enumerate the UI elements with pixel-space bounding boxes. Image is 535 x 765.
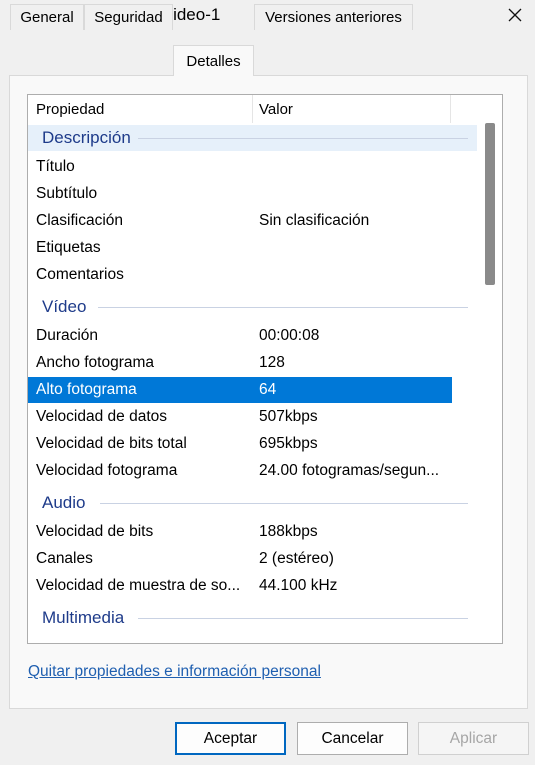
group-divider (138, 618, 468, 619)
property-value: 2 (estéreo) (259, 550, 334, 567)
property-key: Velocidad de muestra de so... (36, 577, 241, 594)
properties-list[interactable]: Propiedad Valor Descripción Título Subtí… (27, 94, 503, 644)
property-row-etiquetas[interactable]: Etiquetas (28, 235, 452, 261)
property-key: Velocidad de bits total (36, 435, 187, 452)
property-value: 64 (259, 381, 277, 398)
property-key: Ancho fotograma (36, 354, 155, 371)
column-divider[interactable] (252, 95, 253, 123)
remove-properties-link[interactable]: Quitar propiedades e información persona… (28, 663, 321, 681)
tab-detalles[interactable]: Detalles (173, 45, 254, 76)
group-divider (98, 307, 468, 308)
group-divider (138, 138, 468, 139)
property-row-titulo[interactable]: Título (28, 154, 452, 180)
property-value: 507kbps (259, 408, 318, 425)
property-row-duracion[interactable]: Duración 00:00:08 (28, 323, 452, 349)
group-header-video[interactable]: Vídeo (28, 294, 478, 320)
property-row-comentarios[interactable]: Comentarios (28, 262, 452, 288)
property-key: Título (36, 158, 75, 175)
group-divider (100, 503, 468, 504)
property-value: 128 (259, 354, 285, 371)
vertical-scrollbar[interactable] (479, 123, 502, 643)
close-icon (508, 8, 522, 22)
column-header-property[interactable]: Propiedad (36, 101, 104, 118)
property-key: Etiquetas (36, 239, 101, 256)
property-key: Alto fotograma (36, 381, 137, 398)
property-value: Sin clasificación (259, 212, 370, 229)
property-value: 188kbps (259, 523, 318, 540)
group-header-description[interactable]: Descripción (28, 125, 477, 151)
property-row-velocidad-muestra[interactable]: Velocidad de muestra de so... 44.100 kHz (28, 573, 452, 599)
property-key: Velocidad fotograma (36, 462, 178, 479)
group-header-audio[interactable]: Audio (28, 490, 478, 516)
property-row-velocidad-fotograma[interactable]: Velocidad fotograma 24.00 fotogramas/seg… (28, 458, 452, 484)
property-row-subtitulo[interactable]: Subtítulo (28, 181, 452, 207)
property-key: Velocidad de bits (36, 523, 154, 540)
ok-button[interactable]: Aceptar (175, 722, 286, 755)
tab-general[interactable]: General (10, 4, 84, 30)
group-label: Descripción (42, 128, 131, 147)
property-row-velocidad-datos[interactable]: Velocidad de datos 507kbps (28, 404, 452, 430)
property-key: Duración (36, 327, 99, 344)
close-button[interactable] (495, 0, 535, 30)
property-value: 44.100 kHz (259, 577, 338, 594)
property-row-clasificacion[interactable]: Clasificación Sin clasificación (28, 208, 452, 234)
group-label: Vídeo (42, 297, 87, 316)
property-key: Comentarios (36, 266, 124, 283)
property-key: Clasificación (36, 212, 124, 229)
property-key: Canales (36, 550, 93, 567)
cancel-button[interactable]: Cancelar (297, 722, 408, 755)
apply-button[interactable]: Aplicar (418, 722, 529, 755)
property-row-ancho-fotograma[interactable]: Ancho fotograma 128 (28, 350, 452, 376)
property-row-velocidad-bits-total[interactable]: Velocidad de bits total 695kbps (28, 431, 452, 457)
property-key: Velocidad de datos (36, 408, 167, 425)
scrollbar-thumb[interactable] (485, 123, 495, 285)
group-header-multimedia[interactable]: Multimedia (28, 605, 478, 631)
group-label: Audio (42, 493, 86, 512)
property-row-alto-fotograma[interactable]: Alto fotograma 64 (28, 377, 452, 403)
property-row-canales[interactable]: Canales 2 (estéreo) (28, 546, 452, 572)
column-header: Propiedad Valor (28, 95, 502, 123)
property-value: 24.00 fotogramas/segun... (259, 462, 440, 479)
property-value: 695kbps (259, 435, 318, 452)
column-divider[interactable] (450, 95, 451, 123)
tab-versiones-anteriores[interactable]: Versiones anteriores (254, 4, 413, 30)
property-value: 00:00:08 (259, 327, 320, 344)
property-row-velocidad-bits[interactable]: Velocidad de bits 188kbps (28, 519, 452, 545)
tab-seguridad[interactable]: Seguridad (84, 4, 173, 30)
group-label: Multimedia (42, 608, 125, 627)
column-header-value[interactable]: Valor (259, 101, 293, 118)
property-key: Subtítulo (36, 185, 98, 202)
